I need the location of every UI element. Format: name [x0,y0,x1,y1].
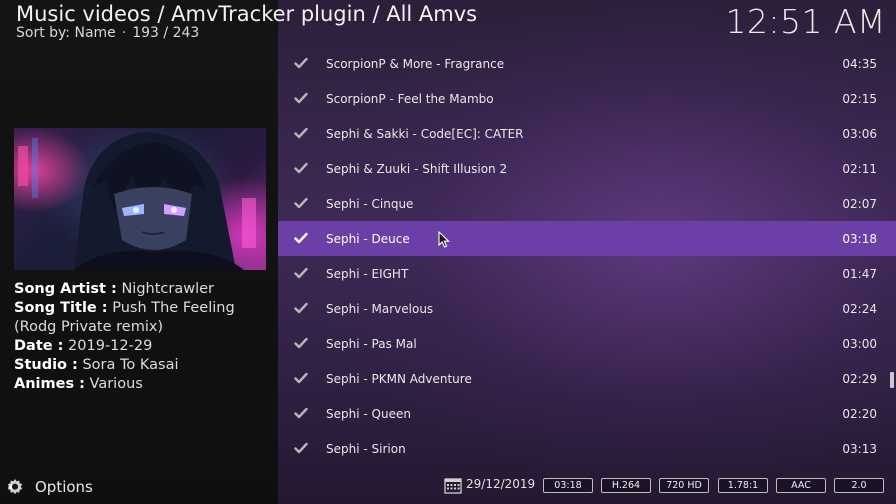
resolution-badge: 720 HD [659,478,709,493]
watched-check-icon [294,232,308,244]
studio-row: Studio : Sora To Kasai [14,356,274,375]
watched-check-icon [294,407,308,419]
studio-value: Sora To Kasai [82,357,179,373]
list-item-title: Sephi - Queen [326,406,411,421]
gear-arrow-icon [7,479,23,495]
sort-label[interactable]: Sort by: Name [16,25,116,41]
watched-check-icon [294,57,308,69]
separator: · [121,25,127,41]
list-item-duration: 02:07 [842,196,877,211]
watched-check-icon [294,337,308,349]
song-title-row: Song Title : Push The Feeling (Rodg Priv… [14,299,274,337]
page-title: Music videos / AmvTracker plugin / All A… [16,2,478,26]
list-item-title: ScorpionP & More - Fragrance [326,56,505,71]
animes-key: Animes : [14,376,85,392]
list-item[interactable]: Sephi - Sirion 03:13 [278,431,896,466]
song-artist-value: Nightcrawler [121,281,214,297]
list-item[interactable]: Sephi - Queen 02:20 [278,396,896,431]
audio-codec-badge: AAC [776,478,826,493]
list-item-duration: 02:15 [842,91,877,106]
list-item[interactable]: Sephi - Marvelous 02:24 [278,291,896,326]
list-item[interactable]: Sephi - EIGHT 01:47 [278,256,896,291]
list-item-duration: 03:00 [842,336,877,351]
mouse-cursor-icon [438,231,450,248]
list-item-title: Sephi - Pas Mal [326,336,417,351]
list-item-title: ScorpionP - Feel the Mambo [326,91,494,106]
list-item-duration: 04:35 [842,56,877,71]
list-item-duration: 01:47 [842,266,877,281]
song-artist-key: Song Artist : [14,281,117,297]
clock: 12:51 AM [725,2,886,41]
watched-check-icon [294,127,308,139]
item-position: 193 / 243 [132,25,200,41]
list-item[interactable]: Sephi - Cinque 02:07 [278,186,896,221]
watched-check-icon [294,197,308,209]
list-item-duration: 02:11 [842,161,877,176]
list-item[interactable]: ScorpionP - Feel the Mambo 02:15 [278,81,896,116]
options-button[interactable]: Options [6,476,93,498]
studio-key: Studio : [14,357,78,373]
details-panel: Song Artist : Nightcrawler Song Title : … [14,280,274,394]
list-item-title: Sephi - Deuce [326,231,410,246]
list-item-duration: 03:18 [842,231,877,246]
list-item-title: Sephi - Sirion [326,441,406,456]
watched-check-icon [294,442,308,454]
audio-channels-badge: 2.0 [834,478,884,493]
date-key: Date : [14,338,64,354]
date-row: Date : 2019-12-29 [14,337,274,356]
duration-badge: 03:18 [543,478,593,493]
thumbnail-image [14,128,266,270]
watched-check-icon [294,162,308,174]
animes-row: Animes : Various [14,375,274,394]
aspect-badge: 1.78:1 [718,478,768,493]
list-item-duration: 02:29 [842,371,877,386]
date-value: 2019-12-29 [68,338,153,354]
list-item-title: Sephi & Zuuki - Shift Illusion 2 [326,161,508,176]
list-item-title: Sephi - PKMN Adventure [326,371,472,386]
list-item-duration: 02:24 [842,301,877,316]
thumbnail-artwork [18,132,256,270]
codec-badge: H.264 [601,478,651,493]
watched-check-icon [294,267,308,279]
footer-date: 29/12/2019 [466,477,536,491]
watched-check-icon [294,92,308,104]
list-item-duration: 03:06 [842,126,877,141]
list-item-duration: 03:13 [842,441,877,456]
list-item-title: Sephi - EIGHT [326,266,409,281]
list-item[interactable]: Sephi - PKMN Adventure 02:29 [278,361,896,396]
list-item[interactable]: Sephi - Deuce 03:18 [278,221,896,256]
options-label: Options [35,478,93,496]
list-item-duration: 02:20 [842,406,877,421]
calendar-icon [444,478,462,494]
video-list: ScorpionP & More - Fragrance 04:35 Scorpio… [278,46,896,466]
list-item[interactable]: Sephi & Zuuki - Shift Illusion 2 02:11 [278,151,896,186]
list-item[interactable]: Sephi - Pas Mal 03:00 [278,326,896,361]
song-artist-row: Song Artist : Nightcrawler [14,280,274,299]
list-item-title: Sephi & Sakki - Code[EC]: CATER [326,126,524,141]
list-item-title: Sephi - Marvelous [326,301,434,316]
watched-check-icon [294,302,308,314]
watched-check-icon [294,372,308,384]
song-title-key: Song Title : [14,300,108,316]
sort-info: Sort by: Name · 193 / 243 [16,25,199,41]
animes-value: Various [89,376,143,392]
list-item[interactable]: Sephi & Sakki - Code[EC]: CATER 03:06 [278,116,896,151]
list-item[interactable]: ScorpionP & More - Fragrance 04:35 [278,46,896,81]
scrollbar[interactable] [890,372,894,388]
list-item-title: Sephi - Cinque [326,196,414,211]
